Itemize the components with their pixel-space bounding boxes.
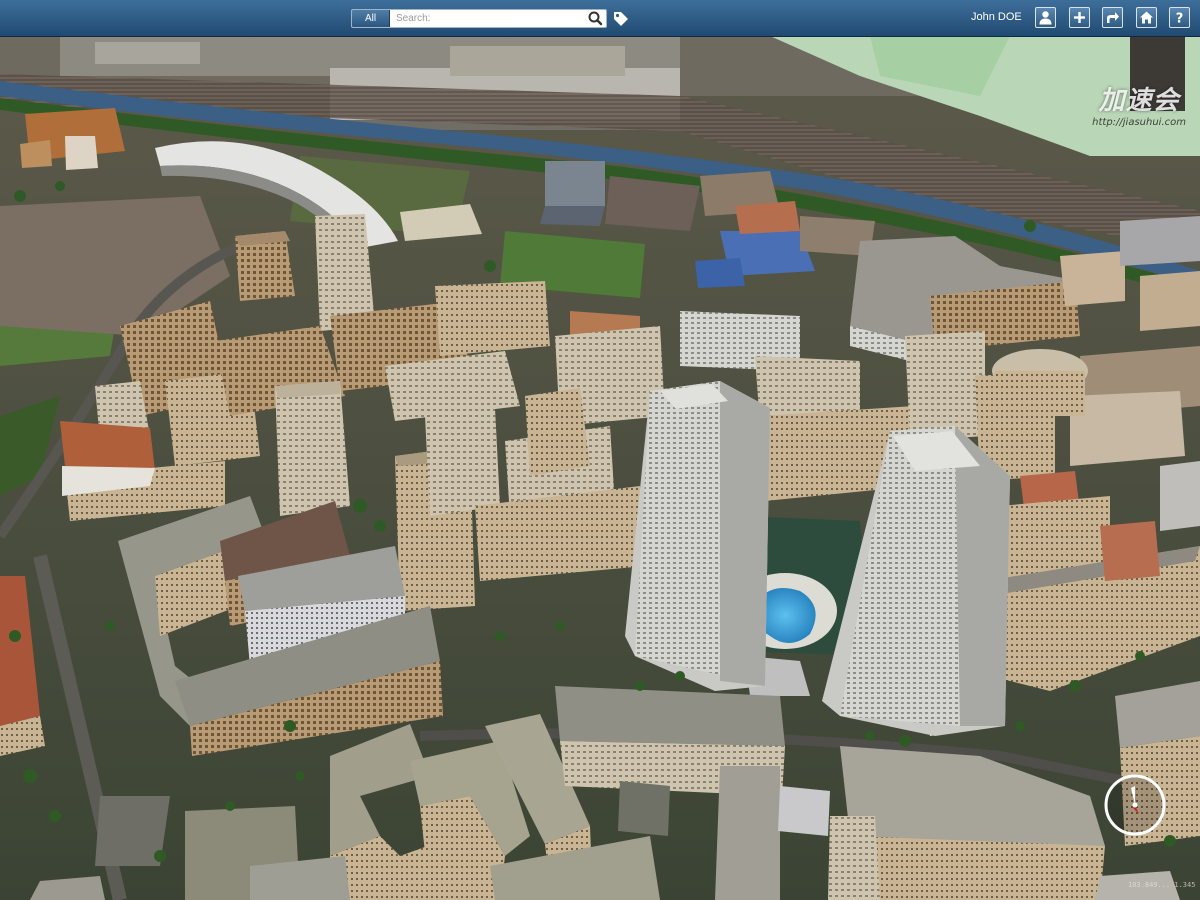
help-button[interactable]: ? <box>1169 7 1190 28</box>
city-3d-scene <box>0 36 1200 900</box>
svg-text:?: ? <box>1176 12 1184 26</box>
watermark-logo: 加速会 <box>1098 86 1180 116</box>
watermark-url: http://jiasuhui.com <box>1092 117 1186 128</box>
home-button[interactable] <box>1136 7 1157 28</box>
watermark: 加速会 http://jiasuhui.com <box>1092 80 1186 128</box>
search-scope-button[interactable]: All <box>352 10 390 27</box>
share-button[interactable] <box>1102 7 1123 28</box>
compass-icon <box>1104 774 1166 836</box>
user-icon <box>1039 11 1052 25</box>
map-3d-viewport[interactable]: 加速会 http://jiasuhui.com 103.849... 1.345 <box>0 36 1200 900</box>
tag-button[interactable] <box>612 10 630 27</box>
search-input[interactable] <box>394 10 588 27</box>
coordinate-readout: 103.849... 1.345 <box>1128 881 1196 889</box>
tag-icon <box>614 12 628 26</box>
top-toolbar: All John DOE <box>0 0 1200 37</box>
search-box: All <box>351 9 607 28</box>
add-icon <box>1074 12 1085 23</box>
help-icon: ? <box>1176 12 1184 26</box>
search-button[interactable] <box>586 10 604 27</box>
home-icon <box>1140 11 1153 24</box>
share-icon <box>1107 12 1119 23</box>
search-icon <box>588 11 603 26</box>
add-button[interactable] <box>1069 7 1090 28</box>
user-profile-button[interactable] <box>1035 7 1056 28</box>
compass-control[interactable] <box>1104 774 1166 836</box>
user-name[interactable]: John DOE <box>971 11 1022 23</box>
